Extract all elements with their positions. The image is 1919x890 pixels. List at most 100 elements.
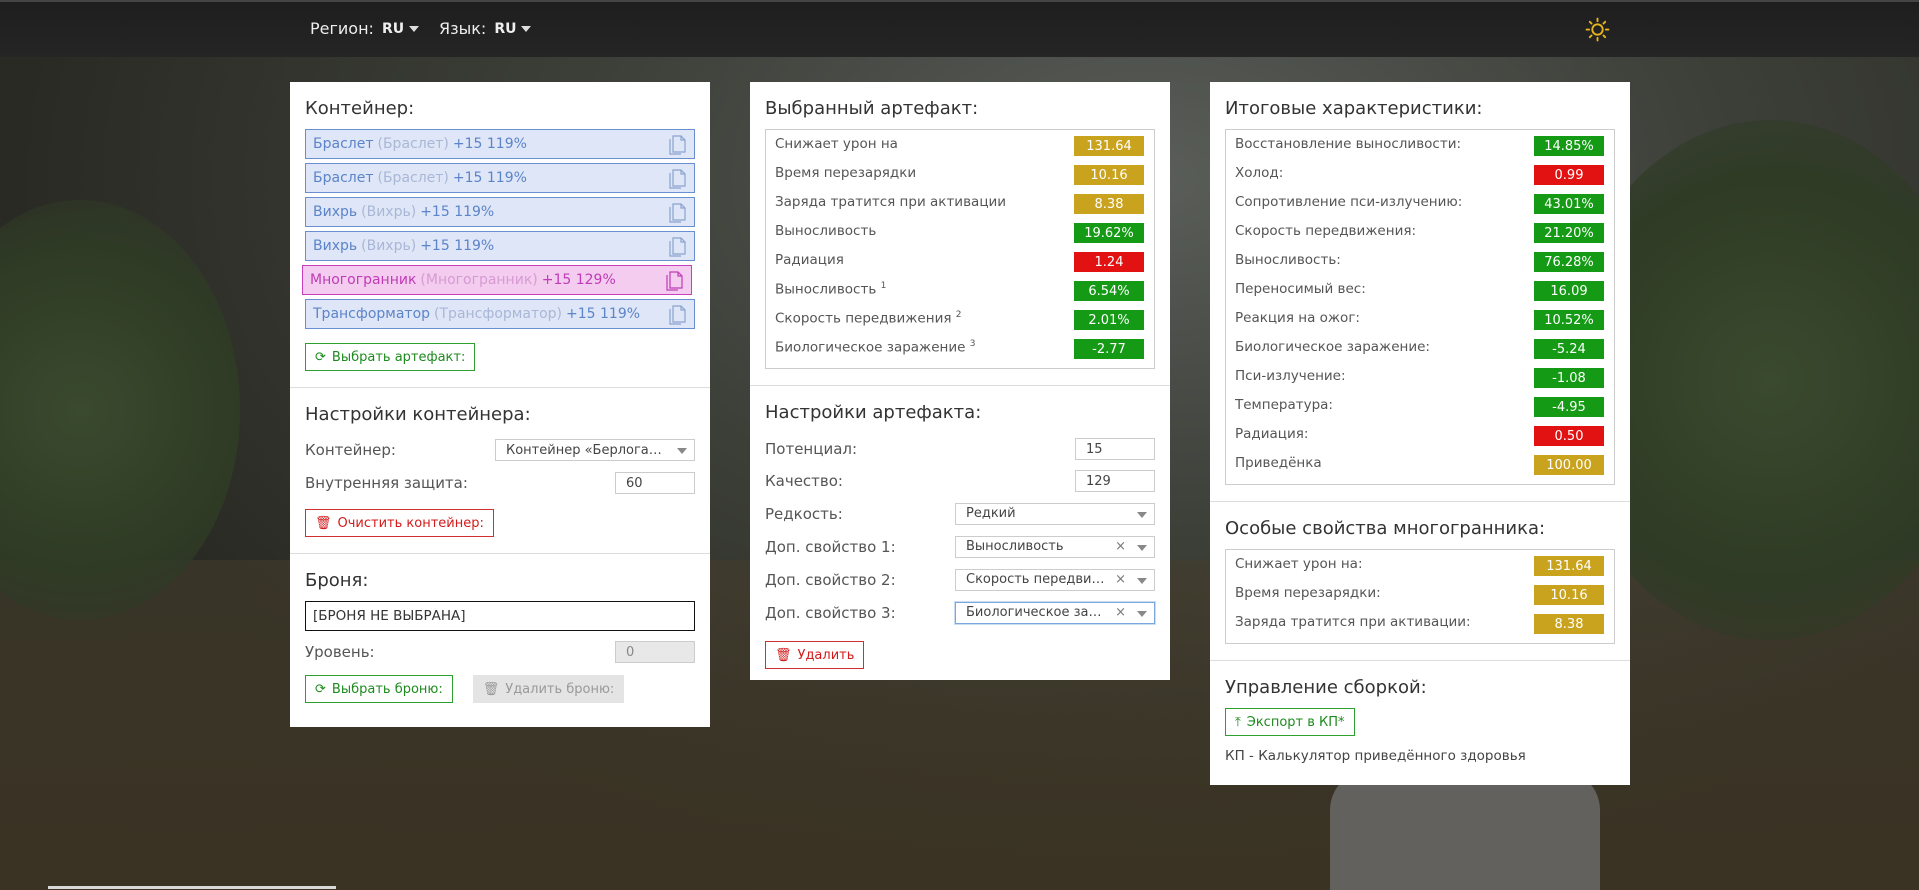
stat-name-text: Биологическое заражение bbox=[775, 339, 966, 356]
extra-property-2-select[interactable]: Скорость передви… × bbox=[955, 568, 1155, 591]
copy-icon[interactable] bbox=[669, 169, 686, 189]
stat-value-badge: 8.38 bbox=[1534, 614, 1604, 634]
container-slot[interactable]: Вихрь (Вихрь) +15 119% bbox=[305, 197, 695, 227]
container-slot[interactable]: Вихрь (Вихрь) +15 119% bbox=[305, 231, 695, 261]
container-settings-title: Настройки контейнера: bbox=[305, 404, 531, 425]
clear-icon[interactable]: × bbox=[1115, 539, 1126, 554]
stat-row: Заряда тратится при активации 8.38 bbox=[775, 194, 1144, 223]
language-value[interactable]: RU bbox=[494, 21, 516, 37]
copy-icon[interactable] bbox=[669, 237, 686, 257]
extra-property-3-select[interactable]: Биологическое за… × bbox=[955, 601, 1155, 624]
extra-property-1-label: Доп. свойство 1: bbox=[765, 537, 896, 556]
select-armor-button[interactable]: ⟳ Выбрать броню: bbox=[305, 675, 453, 703]
armor-field[interactable]: [БРОНЯ НЕ ВЫБРАНА] bbox=[305, 601, 695, 631]
copy-icon[interactable] bbox=[669, 203, 686, 223]
select-artifact-button[interactable]: ⟳ Выбрать артефакт: bbox=[305, 343, 476, 371]
selected-artifact-title: Выбранный артефакт: bbox=[765, 98, 979, 119]
slot-artifact-level: +15 119% bbox=[452, 170, 527, 186]
stat-name: Снижает урон на: bbox=[1235, 556, 1363, 572]
copy-icon[interactable] bbox=[669, 305, 686, 325]
stat-superscript: 1 bbox=[880, 281, 887, 291]
potential-input[interactable]: 15 bbox=[1075, 438, 1155, 460]
extra-property-1-select[interactable]: Выносливость × bbox=[955, 535, 1155, 558]
stat-name-text: Радиация bbox=[775, 252, 844, 268]
stat-name: Приведёнка bbox=[1235, 455, 1322, 471]
stat-name-text: Заряда тратится при активации: bbox=[1235, 614, 1471, 630]
trash-icon: 🗑 bbox=[315, 515, 332, 531]
stat-value-badge: 0.50 bbox=[1534, 426, 1604, 446]
container-slot[interactable]: Браслет (Браслет) +15 119% bbox=[305, 129, 695, 159]
stat-name-text: Скорость передвижения bbox=[775, 310, 952, 327]
stat-name-text: Переносимый вес: bbox=[1235, 281, 1366, 297]
slot-artifact-level: +15 129% bbox=[541, 272, 616, 288]
stat-name: Биологическое заражение 3 bbox=[775, 339, 975, 356]
copy-icon[interactable] bbox=[666, 271, 683, 291]
stat-name: Выносливость 1 bbox=[775, 281, 886, 298]
export-button[interactable]: ⤒ Экспорт в КП* bbox=[1225, 708, 1355, 736]
stat-name: Восстановление выносливости: bbox=[1235, 136, 1461, 152]
stat-row: Выносливость 1 6.54% bbox=[775, 281, 1144, 310]
container-slot[interactable]: Многогранник (Многогранник) +15 129% bbox=[302, 265, 692, 295]
stat-row: Скорость передвижения 2 2.01% bbox=[775, 310, 1144, 339]
remove-armor-button: 🗑 Удалить броню: bbox=[472, 675, 625, 703]
chevron-down-icon bbox=[1137, 610, 1147, 617]
copy-icon[interactable] bbox=[669, 135, 686, 155]
chevron-down-icon bbox=[521, 25, 532, 32]
rarity-select[interactable]: Редкий bbox=[955, 502, 1155, 525]
region-selector[interactable]: Регион: RU bbox=[310, 19, 420, 38]
stat-row: Пси-излучение: -1.08 bbox=[1235, 368, 1604, 397]
clear-container-button[interactable]: 🗑 Очистить контейнер: bbox=[305, 509, 494, 537]
trash-icon: 🗑 bbox=[775, 647, 792, 663]
language-label: Язык: bbox=[439, 19, 487, 38]
stat-value-badge: -1.08 bbox=[1534, 368, 1604, 388]
container-type-select[interactable]: Контейнер «Берлога… bbox=[495, 439, 695, 461]
stat-value-badge: -2.77 bbox=[1074, 339, 1144, 359]
region-value[interactable]: RU bbox=[382, 21, 404, 37]
background-tree bbox=[0, 200, 240, 620]
stat-name-text: Выносливость: bbox=[1235, 252, 1341, 268]
clear-icon[interactable]: × bbox=[1115, 572, 1126, 587]
stat-value-badge: 0.99 bbox=[1534, 165, 1604, 185]
artifact-stats: Снижает урон на 131.64 Время перезарядки 10… bbox=[765, 129, 1155, 369]
footnote: КП - Калькулятор приведённого здоровья bbox=[1225, 748, 1526, 764]
stat-value-badge: 6.54% bbox=[1074, 281, 1144, 301]
slot-artifact-name: Вихрь bbox=[313, 238, 358, 254]
container-title: Контейнер: bbox=[305, 98, 415, 119]
stat-name-text: Температура: bbox=[1235, 397, 1333, 413]
stat-row: Заряда тратится при активации: 8.38 bbox=[1235, 614, 1604, 643]
internal-protection-input[interactable]: 60 bbox=[615, 472, 695, 494]
stat-name-text: Реакция на ожог: bbox=[1235, 310, 1360, 326]
stat-name: Переносимый вес: bbox=[1235, 281, 1366, 297]
sun-icon[interactable] bbox=[1585, 17, 1610, 42]
stat-name: Сопротивление пси-излучению: bbox=[1235, 194, 1462, 210]
stat-name: Радиация: bbox=[1235, 426, 1308, 442]
container-slot[interactable]: Трансформатор (Трансформатор) +15 119% bbox=[305, 299, 695, 329]
potential-label: Потенциал: bbox=[765, 440, 858, 458]
slot-artifact-base: (Браслет) bbox=[377, 136, 449, 152]
slot-artifact-name: Браслет bbox=[313, 136, 374, 152]
rarity-label: Редкость: bbox=[765, 504, 843, 523]
stat-value-badge: -5.24 bbox=[1534, 339, 1604, 359]
stat-name: Температура: bbox=[1235, 397, 1333, 413]
stat-name: Реакция на ожог: bbox=[1235, 310, 1360, 326]
artifact-panel: Выбранный артефакт: Снижает урон на 131.6… bbox=[750, 82, 1170, 680]
bottom-scrollbar[interactable] bbox=[48, 886, 336, 889]
stat-row: Восстановление выносливости: 14.85% bbox=[1235, 136, 1604, 165]
delete-artifact-button[interactable]: 🗑 Удалить bbox=[765, 641, 865, 669]
language-selector[interactable]: Язык: RU bbox=[439, 19, 532, 38]
stat-name-text: Приведёнка bbox=[1235, 455, 1322, 471]
stat-name-text: Время перезарядки bbox=[775, 165, 917, 181]
slot-artifact-name: Многогранник bbox=[310, 272, 417, 288]
stat-value-badge: 8.38 bbox=[1074, 194, 1144, 214]
armor-level-input: 0 bbox=[615, 641, 695, 663]
container-slot[interactable]: Браслет (Браслет) +15 119% bbox=[305, 163, 695, 193]
build-management-title: Управление сборкой: bbox=[1225, 677, 1427, 698]
extra-property-2-label: Доп. свойство 2: bbox=[765, 570, 896, 589]
quality-label: Качество: bbox=[765, 472, 843, 490]
clear-icon[interactable]: × bbox=[1115, 605, 1126, 620]
slot-artifact-level: +15 119% bbox=[420, 238, 495, 254]
stat-name: Снижает урон на bbox=[775, 136, 898, 152]
stat-row: Радиация: 0.50 bbox=[1235, 426, 1604, 455]
armor-level-label: Уровень: bbox=[305, 643, 375, 661]
quality-input[interactable]: 129 bbox=[1075, 470, 1155, 492]
